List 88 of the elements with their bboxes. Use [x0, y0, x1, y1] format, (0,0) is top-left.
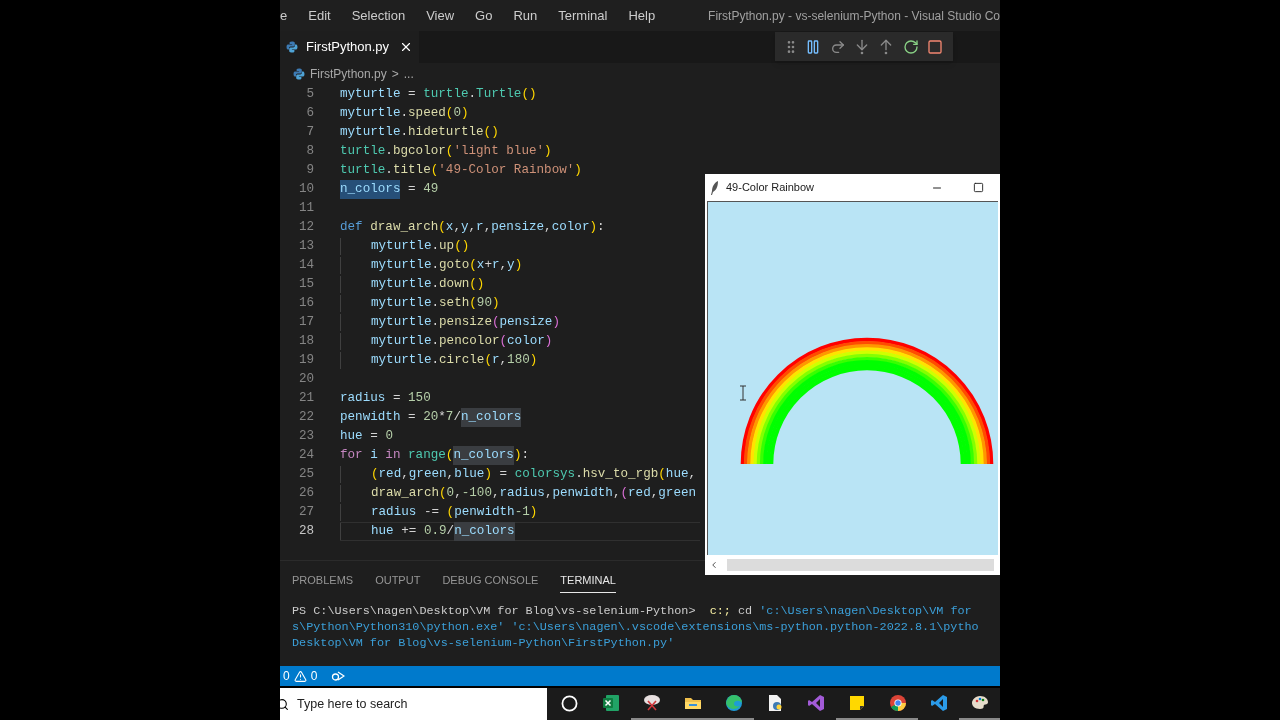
warning-icon [293, 669, 307, 683]
code-line: hue = 0 [340, 428, 393, 445]
window-title: 49-Color Rainbow [726, 180, 815, 196]
code-line: radius -= (penwidth-1) [340, 504, 538, 521]
python-file-icon [286, 41, 298, 53]
editor-tab[interactable]: FirstPython.py [280, 31, 420, 63]
code-line: radius = 150 [340, 390, 431, 407]
terminal-line: PS C:\Users\nagen\Desktop\VM for Blog\vs-selenium-Python> c:; cd 'c:\Users\nagen\Desktop\VM for [292, 602, 973, 619]
code-line: hue += 0.9/n_colors [340, 523, 515, 540]
code-line: turtle.title('49-Color Rainbow') [340, 162, 582, 179]
line-number: 6 [305, 105, 314, 123]
warning-count[interactable]: 0 [310, 667, 318, 685]
menu-item[interactable]: Selection [351, 5, 406, 26]
panel-tab[interactable]: PROBLEMS [292, 569, 354, 593]
menu-item[interactable]: Run [513, 5, 538, 26]
feather-icon [711, 180, 719, 195]
menu-item[interactable]: View [426, 5, 455, 26]
line-number: 13 [297, 238, 314, 256]
menu-item[interactable]: Go [475, 5, 493, 26]
tab-label: FirstPython.py [306, 38, 390, 57]
debug-run-icon[interactable] [331, 669, 346, 683]
code-line: turtle.bgcolor('light blue') [340, 143, 552, 160]
code-line: draw_arch(0,-100,radius,penwidth,(red,green [340, 485, 697, 502]
line-number: 15 [297, 276, 314, 294]
code-line: myturtle.pencolor(color) [340, 333, 553, 350]
code-line: myturtle.down() [340, 276, 485, 293]
browser-icon [723, 693, 744, 713]
code-line: n_colors = 49 [340, 181, 439, 198]
code-line: myturtle.circle(r,180) [340, 352, 538, 369]
code-line: myturtle.seth(90) [340, 295, 500, 312]
error-count[interactable]: 0 [283, 667, 290, 685]
code-line: myturtle.speed(0) [340, 105, 469, 122]
line-number: 18 [297, 333, 314, 351]
code-line: myturtle.up() [340, 238, 470, 255]
terminal-line: Desktop\VM for Blog\vs-selenium-Python\FirstPython.py' [292, 634, 676, 651]
code-line: myturtle.goto(x+r,y) [340, 257, 523, 274]
window-title: FirstPython.py - vs-selenium-Python - Visual Studio Co [708, 7, 1000, 25]
panel-tab[interactable]: DEBUG CONSOLE [442, 569, 539, 593]
menu-item[interactable]: Edit [308, 5, 331, 26]
line-number: 21 [297, 390, 314, 408]
line-number: 22 [297, 409, 314, 427]
breadcrumb-item[interactable]: ... [403, 65, 414, 83]
search-field[interactable]: Type here to search [280, 688, 547, 720]
horizontal-scrollbar[interactable] [727, 559, 994, 571]
line-number: 11 [297, 200, 314, 218]
scroll-left-icon[interactable] [709, 560, 719, 570]
text-cursor-icon [739, 385, 747, 401]
line-number: 26 [297, 485, 314, 503]
panel-tab[interactable]: OUTPUT [375, 569, 421, 593]
line-number: 14 [297, 257, 314, 275]
breadcrumb-separator: > [391, 66, 399, 83]
visual-studio-icon [805, 693, 826, 713]
code-editor-icon [928, 693, 949, 713]
line-number: 19 [297, 352, 314, 370]
line-number: 16 [297, 295, 314, 313]
panel-tab[interactable]: TERMINAL [560, 569, 616, 593]
line-number: 27 [297, 504, 314, 522]
line-number: 8 [305, 143, 314, 161]
menu-item[interactable]: Terminal [558, 5, 608, 26]
line-number: 10 [297, 181, 314, 199]
line-number: 9 [305, 162, 314, 180]
code-line: myturtle.hideturtle() [340, 124, 499, 141]
line-number: 5 [305, 86, 314, 104]
maximize-icon[interactable] [973, 182, 984, 193]
line-number: 12 [297, 219, 314, 237]
code-line: myturtle.pensize(pensize) [340, 314, 560, 331]
line-number: 17 [297, 314, 314, 332]
cortana-icon [561, 694, 578, 712]
line-number: 23 [297, 428, 314, 446]
code-line: myturtle = turtle.Turtle() [340, 86, 537, 103]
code-line: penwidth = 20*7/n_colors [340, 409, 522, 426]
terminal-line: s\Python\Python310\python.exe' 'c:\Users\nagen\.vscode\extensions\ms-python.python-2022.8.1\pytho [292, 618, 980, 635]
menu-item[interactable]: Help [628, 5, 656, 26]
line-number: 25 [297, 466, 314, 484]
python-file-icon [293, 68, 305, 80]
line-number: 20 [297, 371, 314, 389]
chrome-browser-icon [887, 693, 908, 713]
code-line: for i in range(n_colors): [340, 447, 529, 464]
code-line: (red,green,blue) = colorsys.hsv_to_rgb(hue, [340, 466, 697, 483]
line-number: 24 [297, 447, 314, 465]
line-number: 7 [305, 124, 314, 142]
line-number: 28 [297, 523, 314, 541]
scissors-app-icon [641, 693, 662, 713]
menu-item[interactable]: e [280, 5, 288, 26]
breadcrumb-item[interactable]: FirstPython.py [310, 65, 387, 83]
spreadsheet-app-icon [600, 693, 621, 713]
code-line: def draw_arch(x,y,r,pensize,color): [340, 219, 605, 236]
search-icon [280, 697, 289, 711]
